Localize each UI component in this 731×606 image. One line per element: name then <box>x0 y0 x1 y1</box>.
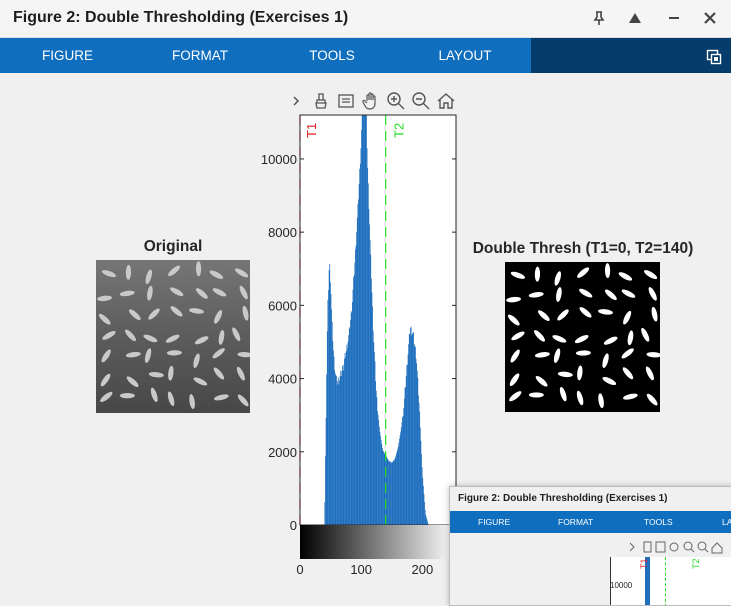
tab-format[interactable]: FORMAT <box>168 38 232 73</box>
chevron-right-icon[interactable] <box>285 90 307 112</box>
x-tick-label: 0 <box>296 562 303 577</box>
tab-tools[interactable]: TOOLS <box>306 38 358 73</box>
original-title: Original <box>143 238 203 255</box>
y-tick-label: 6000 <box>268 298 297 313</box>
y-tick-label: 4000 <box>268 372 297 387</box>
mini-toolstrip: FIGURE FORMAT TOOLS LA <box>450 511 731 533</box>
pan-hand-icon[interactable] <box>360 90 382 112</box>
datatip-icon[interactable] <box>335 90 357 112</box>
y-tick-label: 2000 <box>268 445 297 460</box>
undock-icon[interactable] <box>622 6 648 30</box>
y-tick-label: 10000 <box>261 152 297 167</box>
mini-tab-format[interactable]: FORMAT <box>558 511 593 533</box>
threshold-t1-label: T1 <box>304 123 319 138</box>
toolstrip-right-panel <box>531 38 731 73</box>
tab-layout[interactable]: LAYOUT <box>436 38 494 73</box>
zoom-out-icon[interactable] <box>410 90 432 112</box>
secondary-figure-window[interactable]: Figure 2: Double Thresholding (Exercises… <box>449 486 731 606</box>
brush-icon[interactable] <box>310 90 332 112</box>
mini-window-title: Figure 2: Double Thresholding (Exercises… <box>458 493 668 504</box>
rice-grain <box>528 392 544 398</box>
close-icon[interactable] <box>697 6 723 30</box>
original-image <box>96 260 250 413</box>
mini-t1-label: T1 <box>639 558 649 569</box>
x-tick-label: 200 <box>412 562 434 577</box>
threshold-t2-label: T2 <box>392 123 407 138</box>
mini-tab-figure[interactable]: FIGURE <box>478 511 510 533</box>
window-title: Figure 2: Double Thresholding (Exercises… <box>13 9 349 26</box>
mini-y-tick: 10000 <box>610 581 633 590</box>
y-tick-label: 8000 <box>268 225 297 240</box>
threshold-title: Double Thresh (T1=0, T2=140) <box>472 240 694 257</box>
rice-grain <box>119 393 135 399</box>
x-tick-label: 100 <box>350 562 372 577</box>
y-tick-label: 0 <box>290 518 297 533</box>
grayscale-colorbar <box>300 525 456 559</box>
mini-t2-label: T2 <box>691 558 701 569</box>
pin-icon[interactable] <box>586 6 612 30</box>
zoom-in-icon[interactable] <box>385 90 407 112</box>
figure-toolstrip: FIGURE FORMAT TOOLS LAYOUT <box>0 38 731 73</box>
minimize-icon[interactable] <box>661 6 687 30</box>
histogram-axes[interactable]: T1 T2 0 2000 4000 6000 8000 10000 0 100 200 <box>240 112 470 582</box>
window-titlebar: Figure 2: Double Thresholding (Exercises… <box>0 0 731 38</box>
mini-tab-tools[interactable]: TOOLS <box>644 511 673 533</box>
mini-axes-toolbar <box>629 541 723 554</box>
mini-tab-layout[interactable]: LA <box>722 511 731 533</box>
home-icon[interactable] <box>435 90 457 112</box>
tab-figure[interactable]: FIGURE <box>40 38 95 73</box>
axes-toolbar <box>285 90 457 112</box>
threshold-image <box>505 262 660 412</box>
dock-controls-icon[interactable] <box>706 49 722 65</box>
